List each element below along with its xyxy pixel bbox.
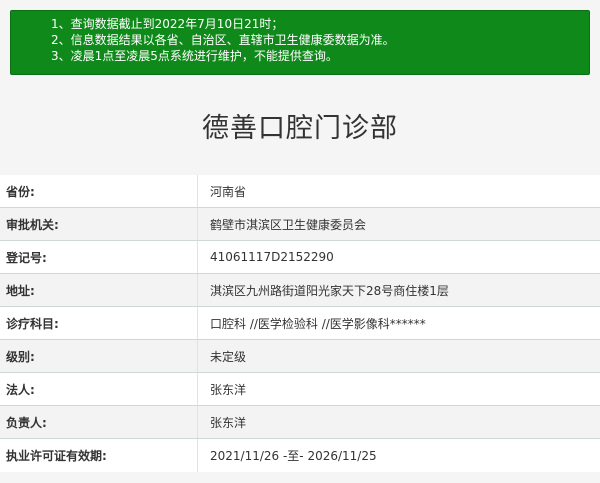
page-title: 德善口腔门诊部 (202, 113, 398, 144)
notice-line: 2、信息数据结果以各省、自治区、直辖市卫生健康委数据为准。 (51, 33, 395, 47)
detail-row-legal-person: 法人: 张东洋 (0, 373, 600, 406)
detail-value: 未定级 (210, 349, 247, 364)
detail-row-license-validity: 执业许可证有效期: 2021/11/26 -至- 2026/11/25 (0, 439, 600, 472)
detail-value: 2021/11/26 -至- 2026/11/25 (210, 449, 377, 463)
detail-value: 41061117D2152290 (210, 250, 334, 264)
detail-value: 鹤壁市淇滨区卫生健康委员会 (210, 217, 367, 232)
detail-value: 张东洋 (210, 382, 247, 397)
detail-row-authority: 审批机关: 鹤壁市淇滨区卫生健康委员会 (0, 208, 600, 241)
detail-row-province: 省份: 河南省 (0, 175, 600, 208)
detail-value: 张东洋 (210, 415, 247, 430)
notice-line: 1、查询数据截止到2022年7月10日21时； (51, 17, 284, 31)
detail-row-level: 级别: 未定级 (0, 340, 600, 373)
detail-label: 级别: (0, 340, 198, 372)
detail-value: 淇滨区九州路街道阳光家天下28号商住楼1层 (210, 283, 449, 298)
detail-row-person-in-charge: 负责人: 张东洋 (0, 406, 600, 439)
detail-row-departments: 诊疗科目: 口腔科 //医学检验科 //医学影像科****** (0, 307, 600, 340)
detail-label: 登记号: (0, 241, 198, 273)
notice-line: 3、凌晨1点至凌晨5点系统进行维护，不能提供查询。 (51, 49, 338, 63)
detail-label: 省份: (0, 175, 198, 207)
detail-value: 河南省 (210, 184, 247, 199)
detail-row-registration: 登记号: 41061117D2152290 (0, 241, 600, 274)
detail-label: 执业许可证有效期: (0, 439, 198, 472)
detail-row-address: 地址: 淇滨区九州路街道阳光家天下28号商住楼1层 (0, 274, 600, 307)
details-table: 省份: 河南省 审批机关: 鹤壁市淇滨区卫生健康委员会 登记号: 4106111… (0, 175, 600, 472)
detail-label: 法人: (0, 373, 198, 405)
detail-label: 地址: (0, 274, 198, 306)
detail-label: 审批机关: (0, 208, 198, 240)
detail-label: 诊疗科目: (0, 307, 198, 339)
detail-label: 负责人: (0, 406, 198, 438)
notice-banner: 1、查询数据截止到2022年7月10日21时； 2、信息数据结果以各省、自治区、… (10, 10, 590, 75)
detail-value: 口腔科 //医学检验科 //医学影像科****** (210, 316, 426, 331)
